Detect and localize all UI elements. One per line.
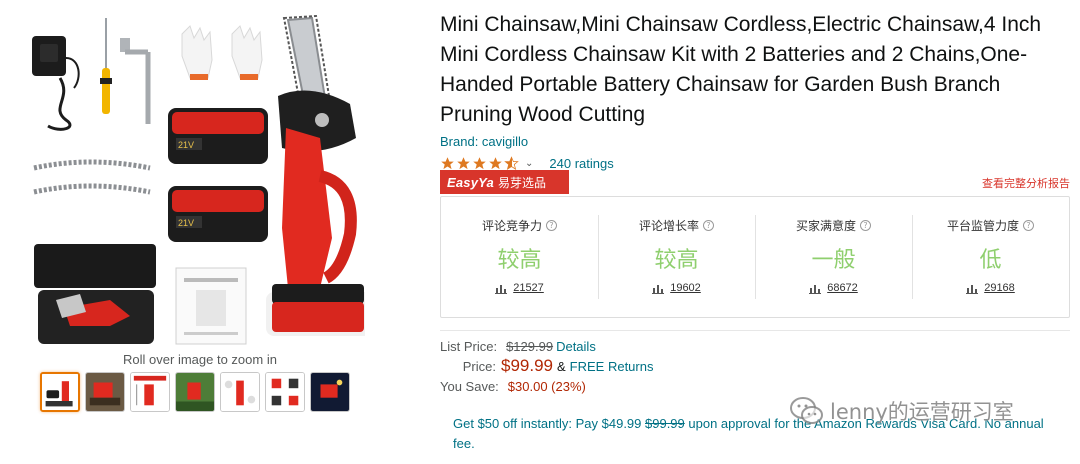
divider — [440, 330, 1070, 331]
you-save-value: $30.00 (23%) — [507, 378, 586, 394]
help-icon[interactable]: ? — [860, 220, 871, 231]
charger-icon — [32, 36, 80, 131]
bar-chart-icon — [809, 284, 822, 294]
easyya-metrics-panel: 评论竞争力? 较高 21527 评论增长率? 较高 19602 买家满意度? 一… — [440, 196, 1070, 318]
you-save-label: You Save: — [440, 378, 499, 394]
watermark: lenny的运营研习室 — [790, 396, 1014, 426]
metric-count[interactable]: 21527 — [513, 282, 544, 294]
metric-label: 平台监管力度 — [946, 219, 1019, 233]
gloves-icon — [181, 25, 263, 80]
chevron-down-icon[interactable]: ⌄ — [525, 158, 533, 169]
manual-icon — [175, 267, 247, 345]
thumbnail-3[interactable] — [130, 372, 170, 412]
metric-value: 较高 — [497, 248, 542, 273]
image-gallery: 21V 21V Roll over image to zoom in — [0, 0, 420, 464]
product-info: Mini Chainsaw,Mini Chainsaw Cordless,Ele… — [440, 10, 1070, 451]
details-link[interactable]: Details — [556, 339, 596, 354]
star-half-icon — [504, 155, 519, 170]
list-price-label: List Price: — [440, 338, 498, 354]
easyya-header: EasyYa 易芽选品 查看完整分析报告 — [440, 170, 1070, 194]
thumbnail-2[interactable] — [85, 372, 125, 412]
ratings-count-link[interactable]: 240 ratings — [549, 156, 613, 171]
svg-text:21V: 21V — [178, 218, 194, 228]
price-block: List Price: $129.99 Details Price: $99.9… — [440, 336, 653, 396]
thumbnail-strip — [40, 372, 350, 412]
star-full-icon — [441, 156, 454, 169]
carry-case-icon — [34, 244, 156, 344]
metric-label: 评论竞争力 — [481, 219, 542, 233]
help-icon[interactable]: ? — [546, 220, 557, 231]
full-report-link[interactable]: 查看完整分析报告 — [982, 175, 1070, 191]
you-save-row: You Save: $30.00 (23%) — [440, 376, 653, 396]
metric-count[interactable]: 68672 — [827, 282, 858, 294]
thumbnail-4[interactable] — [175, 372, 215, 412]
price-label: Price: — [462, 358, 496, 374]
price-value: $99.99 — [501, 356, 553, 375]
bar-chart-icon — [652, 284, 665, 294]
star-full-icon — [489, 156, 502, 169]
ampersand: & — [557, 358, 566, 374]
watermark-text: lenny的运营研习室 — [830, 400, 1014, 424]
star-full-icon — [473, 156, 486, 169]
brand-link[interactable]: Brand: cavigillo — [440, 134, 528, 149]
product-title: Mini Chainsaw,Mini Chainsaw Cordless,Ele… — [440, 13, 1042, 126]
metric-label: 评论增长率 — [638, 219, 699, 233]
bar-chart-icon — [966, 284, 979, 294]
thumbnail-1[interactable] — [40, 372, 80, 412]
thumbnail-6[interactable] — [265, 372, 305, 412]
svg-text:21V: 21V — [178, 140, 194, 150]
screwdriver-icon — [100, 18, 112, 114]
help-icon[interactable]: ? — [1023, 220, 1034, 231]
chainsaw-icon — [266, 14, 365, 336]
saw-chains-icon — [33, 159, 151, 195]
zoom-hint: Roll over image to zoom in — [123, 352, 277, 367]
bar-chart-icon — [495, 284, 508, 294]
metric-value: 一般 — [811, 248, 856, 273]
help-icon[interactable]: ? — [703, 220, 714, 231]
easyya-logo: EasyYa 易芽选品 — [440, 170, 569, 194]
metric-count[interactable]: 29168 — [984, 282, 1015, 294]
thumbnail-5[interactable] — [220, 372, 260, 412]
metric-buyer-satisfaction: 买家满意度? 一般 68672 — [755, 197, 912, 317]
metric-platform-regulation: 平台监管力度? 低 29168 — [912, 197, 1069, 317]
main-product-image[interactable]: 21V 21V — [20, 8, 365, 350]
metric-value: 较高 — [654, 248, 699, 273]
hex-key-icon — [120, 38, 151, 124]
star-full-icon — [457, 156, 470, 169]
metric-review-growth: 评论增长率? 较高 19602 — [598, 197, 755, 317]
battery-icon: 21V 21V — [168, 108, 268, 242]
list-price-value: $129.99 — [506, 338, 554, 354]
list-price-row: List Price: $129.99 Details — [440, 336, 653, 356]
star-rating[interactable] — [440, 155, 519, 171]
metric-label: 买家满意度 — [795, 219, 856, 233]
free-returns-link[interactable]: FREE Returns — [570, 359, 654, 374]
metric-review-competitiveness: 评论竞争力? 较高 21527 — [441, 197, 598, 317]
thumbnail-7[interactable] — [310, 372, 350, 412]
metric-value: 低 — [979, 248, 1002, 273]
price-row: Price: $99.99 & FREE Returns — [440, 356, 654, 376]
metric-count[interactable]: 19602 — [670, 282, 701, 294]
wechat-icon — [790, 397, 823, 424]
